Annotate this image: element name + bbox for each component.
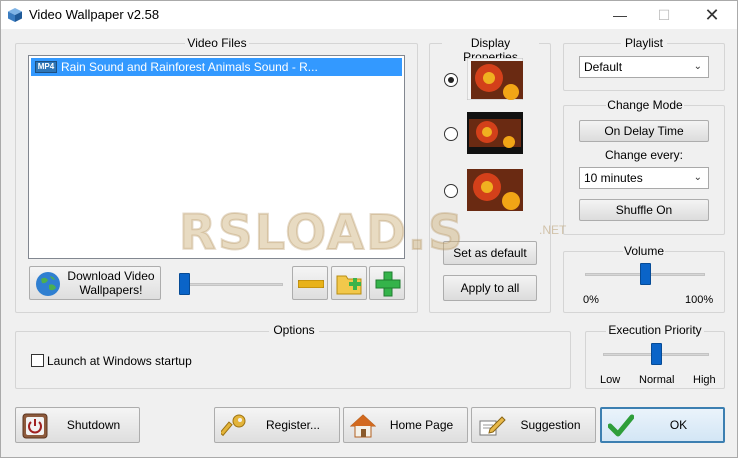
execution-priority-label: Execution Priority <box>606 323 704 337</box>
options-label: Options <box>269 323 319 337</box>
playlist-select[interactable]: Default ⌄ <box>579 56 709 78</box>
maximize-button[interactable]: ☐ <box>641 1 687 29</box>
window-title: Video Wallpaper v2.58 <box>29 7 160 22</box>
display-mode-radio-3[interactable] <box>444 184 458 198</box>
register-button[interactable]: Register... <box>214 407 340 443</box>
home-page-button[interactable]: Home Page <box>343 407 468 443</box>
watermark-suffix: .NET <box>539 223 567 237</box>
video-file-name: Rain Sound and Rainforest Animals Sound … <box>61 60 318 74</box>
video-slider-track[interactable] <box>179 283 283 286</box>
home-page-label: Home Page <box>389 418 454 432</box>
title-bar[interactable]: Video Wallpaper v2.58 — ☐ ✕ <box>1 1 737 29</box>
volume-max-label: 100% <box>685 294 714 306</box>
change-every-value: 10 minutes <box>584 171 643 185</box>
suggestion-button[interactable]: Suggestion <box>471 407 596 443</box>
ok-label: OK <box>669 418 688 432</box>
display-fill-thumbnail <box>467 169 523 211</box>
chevron-down-icon: ⌄ <box>693 172 702 183</box>
key-icon <box>221 414 246 437</box>
chevron-down-icon: ⌄ <box>693 61 702 72</box>
checkmark-icon <box>608 414 634 437</box>
video-slider-knob[interactable] <box>179 273 190 295</box>
power-icon <box>22 413 48 439</box>
display-mode-radio-2[interactable] <box>444 127 458 141</box>
launch-startup-label: Launch at Windows startup <box>47 354 192 368</box>
suggestion-label: Suggestion <box>520 418 581 432</box>
globe-icon <box>36 272 60 296</box>
display-fit-thumbnail <box>467 112 523 154</box>
playlist-label: Playlist <box>621 36 667 50</box>
minus-icon <box>298 280 324 288</box>
list-item[interactable]: MP4 Rain Sound and Rainforest Animals So… <box>31 58 402 76</box>
home-icon <box>350 414 376 438</box>
ok-button[interactable]: OK <box>600 407 725 443</box>
change-every-label: Change every: <box>604 148 684 162</box>
playlist-value: Default <box>584 60 623 74</box>
display-stretch-thumbnail <box>467 58 523 100</box>
change-mode-label: Change Mode <box>606 98 684 112</box>
register-label: Register... <box>265 418 321 432</box>
folder-add-icon <box>336 275 362 295</box>
shutdown-label: Shutdown <box>66 418 121 432</box>
priority-low-label: Low <box>600 374 621 386</box>
on-delay-time-button[interactable]: On Delay Time <box>579 120 709 142</box>
change-every-select[interactable]: 10 minutes ⌄ <box>579 167 709 189</box>
volume-min-label: 0% <box>583 294 599 306</box>
video-files-label: Video Files <box>185 36 249 50</box>
suggestion-pencil-icon <box>479 416 506 436</box>
volume-label: Volume <box>623 244 665 258</box>
close-button[interactable]: ✕ <box>689 1 735 29</box>
download-videos-button[interactable]: Download Video Wallpapers! <box>29 266 161 300</box>
priority-slider-knob[interactable] <box>651 343 662 365</box>
shuffle-button[interactable]: Shuffle On <box>579 199 709 221</box>
app-window: Video Wallpaper v2.58 — ☐ ✕ Video Files … <box>0 0 738 458</box>
add-folder-button[interactable] <box>331 266 367 300</box>
launch-startup-checkbox[interactable] <box>31 354 44 367</box>
apply-to-all-button[interactable]: Apply to all <box>443 275 537 301</box>
shutdown-button[interactable]: Shutdown <box>15 407 140 443</box>
priority-normal-label: Normal <box>639 374 675 386</box>
plus-icon <box>375 271 401 297</box>
minimize-button[interactable]: — <box>597 1 643 29</box>
display-mode-radio-1[interactable] <box>444 73 458 87</box>
volume-slider-knob[interactable] <box>640 263 651 285</box>
remove-video-button[interactable] <box>292 266 328 300</box>
priority-high-label: High <box>693 374 716 386</box>
app-cube-icon <box>8 8 22 22</box>
download-videos-label: Download Video Wallpapers! <box>67 269 155 297</box>
add-video-button[interactable] <box>369 266 405 300</box>
watermark: RSLOAD.S <box>178 204 465 262</box>
mp4-badge-icon: MP4 <box>35 61 57 73</box>
